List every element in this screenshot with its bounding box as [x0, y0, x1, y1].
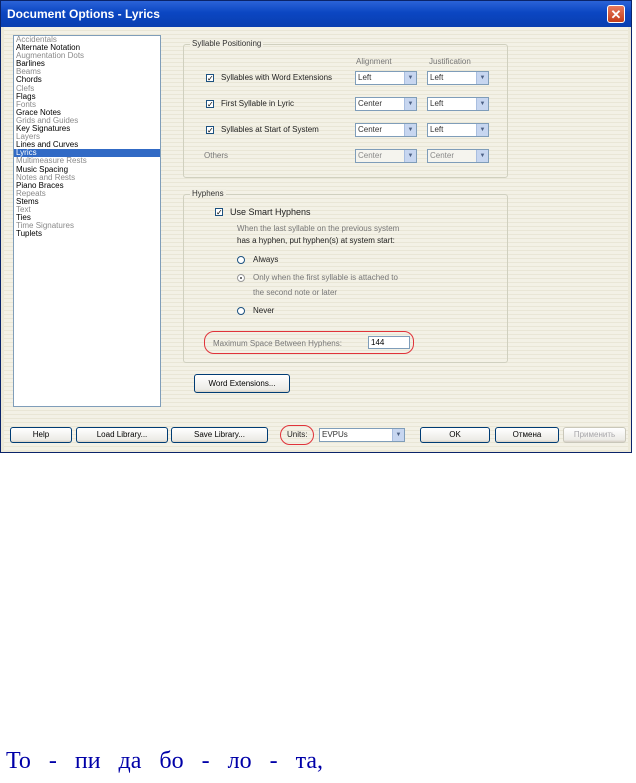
- category-list[interactable]: Accidentals Alternate Notation Augmentatio…: [13, 35, 161, 407]
- document-options-dialog: Document Options - Lyrics ✕ Accidentals A…: [0, 0, 632, 453]
- syllable-row-label: Syllables with Word Extensions: [221, 73, 333, 82]
- syllable-row-label: Others: [204, 151, 229, 160]
- alignment-column-header: Alignment: [356, 57, 392, 66]
- category-item[interactable]: Chords: [14, 76, 160, 84]
- syllable-row-checkbox[interactable]: ✓: [206, 126, 214, 135]
- apply-button[interactable]: Применить: [563, 427, 626, 443]
- lyric-example-line: То - пи да бо - ло - та,: [6, 748, 626, 780]
- chevron-down-icon: ▼: [404, 72, 416, 84]
- hyphens-description-line1: When the last syllable on the previous s…: [237, 224, 400, 233]
- units-select-value: EVPUs: [322, 430, 348, 439]
- justification-select-value: Left: [430, 73, 444, 82]
- chevron-down-icon: ▼: [476, 98, 488, 110]
- radio-only-when-label-line1: Only when the first syllable is attached…: [253, 273, 398, 282]
- dialog-body: Accidentals Alternate Notation Augmentatio…: [4, 27, 628, 450]
- lyric-syllable: пи: [74, 748, 101, 774]
- dialog-title: Document Options - Lyrics: [7, 7, 160, 21]
- radio-never[interactable]: [237, 307, 245, 315]
- alignment-select-value: Center: [358, 151, 383, 160]
- hyphens-label: Hyphens: [190, 189, 226, 198]
- save-library-button[interactable]: Save Library...: [171, 427, 268, 443]
- alignment-select[interactable]: Center ▼: [355, 97, 417, 111]
- justification-select-value: Left: [430, 125, 444, 134]
- chevron-down-icon: ▼: [404, 124, 416, 136]
- max-space-input[interactable]: 144: [368, 336, 410, 349]
- alignment-select[interactable]: Left ▼: [355, 71, 417, 85]
- lyric-syllable: та,: [295, 748, 324, 774]
- justification-select-value: Left: [430, 99, 444, 108]
- category-item[interactable]: Text: [14, 205, 160, 214]
- radio-only-when-first-syllable[interactable]: [237, 274, 245, 282]
- alignment-select[interactable]: Center ▼: [355, 123, 417, 137]
- lyric-syllable: -: [48, 748, 57, 774]
- category-item[interactable]: Tuplets: [14, 230, 160, 238]
- alignment-select-value: Center: [358, 125, 383, 134]
- word-extensions-button[interactable]: Word Extensions...: [194, 374, 290, 393]
- chevron-down-icon: ▼: [476, 72, 488, 84]
- justification-select[interactable]: Left ▼: [427, 71, 489, 85]
- radio-always-label: Always: [253, 255, 279, 264]
- chevron-down-icon: ▼: [404, 150, 416, 162]
- justification-select[interactable]: Left ▼: [427, 123, 489, 137]
- category-item[interactable]: Clefs: [14, 84, 160, 93]
- justification-column-header: Justification: [429, 57, 471, 66]
- radio-always[interactable]: [237, 256, 245, 264]
- use-smart-hyphens-checkbox[interactable]: ✓: [215, 208, 223, 217]
- close-button[interactable]: ✕: [607, 5, 625, 23]
- lyric-syllable: да: [118, 748, 142, 774]
- syllable-row-checkbox[interactable]: ✓: [206, 100, 214, 109]
- syllable-row-label: Syllables at Start of System: [221, 125, 319, 134]
- max-space-label: Maximum Space Between Hyphens:: [213, 339, 342, 348]
- justification-select[interactable]: Center ▼: [427, 149, 489, 163]
- category-item[interactable]: Stems: [14, 197, 160, 206]
- lyric-syllable: То: [6, 748, 31, 774]
- justification-select[interactable]: Left ▼: [427, 97, 489, 111]
- help-button[interactable]: Help: [10, 427, 72, 443]
- syllable-row-checkbox[interactable]: ✓: [206, 74, 214, 83]
- alignment-select-value: Center: [358, 99, 383, 108]
- chevron-down-icon: ▼: [404, 98, 416, 110]
- use-smart-hyphens-label: Use Smart Hyphens: [230, 207, 311, 217]
- ok-button[interactable]: OK: [420, 427, 490, 443]
- cancel-button[interactable]: Отмена: [495, 427, 559, 443]
- chevron-down-icon: ▼: [476, 124, 488, 136]
- lyric-syllable: -: [201, 748, 210, 774]
- hyphens-description-line2: has a hyphen, put hyphen(s) at system st…: [237, 236, 395, 245]
- lyric-syllable: ло: [227, 748, 252, 774]
- syllable-row-label: First Syllable in Lyric: [221, 99, 295, 108]
- radio-never-label: Never: [253, 306, 275, 315]
- units-select[interactable]: EVPUs ▼: [319, 428, 405, 442]
- radio-only-when-label-line2: the second note or later: [253, 288, 338, 297]
- chevron-down-icon: ▼: [476, 150, 488, 162]
- chevron-down-icon: ▼: [392, 429, 404, 441]
- lyric-syllable: -: [269, 748, 278, 774]
- alignment-select-value: Left: [358, 73, 372, 82]
- title-bar[interactable]: Document Options - Lyrics ✕: [1, 1, 631, 27]
- load-library-button[interactable]: Load Library...: [76, 427, 168, 443]
- justification-select-value: Center: [430, 151, 455, 160]
- alignment-select[interactable]: Center ▼: [355, 149, 417, 163]
- syllable-positioning-label: Syllable Positioning: [190, 39, 264, 48]
- lyric-syllable: бо: [159, 748, 184, 774]
- units-label: Units:: [287, 430, 308, 439]
